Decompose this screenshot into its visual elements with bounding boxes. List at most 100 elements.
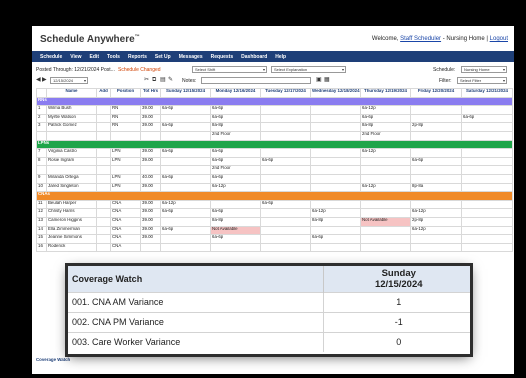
notes-input[interactable] (201, 77, 311, 84)
nav-requests[interactable]: Requests (211, 54, 234, 60)
shift-cell[interactable]: 6a-6p (160, 122, 211, 132)
employee-row[interactable]: 10 Jared Singleton LPN 39.00 6a-12p 6a-12p 8p-… (36, 182, 513, 193)
shift-cell[interactable] (461, 148, 513, 158)
shift-cell[interactable] (360, 165, 411, 175)
shift-cell[interactable]: 6a-6p (461, 113, 513, 124)
shift-cell[interactable] (310, 130, 361, 141)
shift-cell[interactable]: 6a-12p (410, 225, 462, 236)
shift-cell[interactable]: 6a-12p (360, 105, 411, 115)
employee-row[interactable]: 13 Cameron Higgins CNA 39.00 8a-8p 8a-8p Not A… (36, 216, 513, 227)
shift-cell[interactable]: 6a-6p (210, 173, 261, 184)
shift-cell[interactable]: 6a-6p (160, 173, 211, 184)
shift-cell[interactable]: 6a-6p (210, 105, 261, 115)
shift-cell[interactable]: 2nd Floor (210, 130, 261, 141)
employee-row[interactable]: 2 Myrtle Watson RN 39.00 6a-6p 6a-6p 6a-6p (36, 113, 513, 124)
shift-cell[interactable]: 6a-6p (210, 234, 261, 244)
shift-cell[interactable] (260, 113, 311, 124)
shift-cell[interactable] (160, 234, 211, 244)
nav-dashboard[interactable]: Dashboard (241, 54, 267, 60)
coverage-row[interactable]: 001. CNA AM Variance 1 (68, 291, 470, 312)
shift-cell[interactable]: 6a-6p (260, 199, 311, 210)
shift-cell[interactable]: 6a-6p (310, 234, 361, 244)
shift-cell[interactable]: 6a-6p (210, 208, 261, 218)
shift-cell[interactable]: 6a-6p (210, 113, 261, 124)
shift-cell[interactable] (360, 199, 411, 210)
nav-messages[interactable]: Messages (179, 54, 203, 60)
nav-setup[interactable]: Set Up (155, 54, 171, 60)
shift-cell[interactable] (160, 113, 211, 124)
shift-cell[interactable] (260, 182, 311, 193)
shift-cell[interactable]: 6a-6p (160, 225, 211, 236)
shift-cell[interactable]: 6a-6p (260, 156, 311, 167)
employee-row[interactable]: 8 Rosie Ingram LPN 39.00 6a-6p 6a-6p 6a-6p (36, 156, 513, 167)
shift-cell[interactable] (310, 173, 361, 184)
shift-cell[interactable]: 2nd Floor (210, 165, 261, 175)
nav-help[interactable]: Help (275, 54, 286, 60)
shift-cell[interactable] (210, 242, 261, 253)
nav-tools[interactable]: Tools (107, 54, 120, 60)
explanation-select[interactable]: Select Explanation (271, 66, 346, 73)
shift-cell[interactable] (410, 113, 462, 124)
employee-row[interactable]: 3 Patrick Gomez RN 39.00 6a-6p 8a-8p 8a-8p 2p-8… (36, 122, 513, 132)
shift-cell[interactable] (260, 165, 311, 175)
shift-cell[interactable]: 6a-12p (310, 208, 361, 218)
shift-cell[interactable] (310, 165, 361, 175)
shift-cell[interactable] (260, 148, 311, 158)
coverage-row[interactable]: 002. CNA PM Variance -1 (68, 311, 470, 332)
logout-link[interactable]: Logout (490, 36, 508, 42)
shift-cell[interactable] (160, 165, 211, 175)
nav-reports[interactable]: Reports (128, 54, 147, 60)
nav-view[interactable]: View (70, 54, 81, 60)
employee-row[interactable]: 9 Miranda Ortega LPN 40.00 6a-6p 6a-6p (36, 173, 513, 184)
shift-cell[interactable]: 2p-8p (410, 122, 462, 132)
shift-cell[interactable]: 6a-6p (360, 113, 411, 124)
employee-row[interactable]: 2nd Floor 2nd Floor (36, 130, 513, 141)
shift-cell[interactable] (260, 173, 311, 184)
shift-cell[interactable] (461, 182, 513, 193)
shift-cell[interactable] (310, 225, 361, 236)
next-arrow-icon[interactable]: ▶ (42, 77, 48, 83)
shift-cell[interactable]: Not Available (210, 225, 261, 236)
filter-select[interactable]: Select Filter (457, 77, 507, 84)
shift-cell[interactable] (410, 242, 462, 253)
shift-cell[interactable] (410, 130, 462, 141)
cut-icon[interactable]: ✂ (144, 77, 150, 83)
shift-cell[interactable]: 2p-8p (410, 216, 462, 227)
shift-cell[interactable]: 8a-8p (210, 122, 261, 132)
shift-cell[interactable] (410, 173, 462, 184)
shift-cell[interactable]: 8a-8p (210, 216, 261, 227)
paste-icon[interactable]: ▤ (160, 77, 166, 83)
shift-cell[interactable] (360, 208, 411, 218)
shift-cell[interactable] (260, 242, 311, 253)
shift-cell[interactable]: 6a-6p (210, 148, 261, 158)
shift-cell[interactable] (360, 156, 411, 167)
shift-cell[interactable]: 8p-8a (410, 182, 462, 193)
employee-row[interactable]: 2nd Floor (36, 165, 513, 175)
shift-cell[interactable] (310, 122, 361, 132)
shift-cell[interactable] (310, 148, 361, 158)
shift-cell[interactable] (461, 173, 513, 184)
shift-cell[interactable] (360, 225, 411, 236)
date-select[interactable]: 12/15/2024 (50, 77, 88, 84)
shift-cell[interactable] (260, 234, 311, 244)
shift-cell[interactable] (410, 165, 462, 175)
shift-cell[interactable]: 6a-12p (410, 208, 462, 218)
employee-row[interactable]: 14 Ella Zimmerman CNA 39.00 6a-6p Not Availab… (36, 225, 513, 236)
shift-select[interactable]: Select Shift (192, 66, 267, 73)
shift-cell[interactable] (410, 234, 462, 244)
shift-cell[interactable] (210, 199, 261, 210)
shift-cell[interactable]: 6a-6p (210, 156, 261, 167)
shift-cell[interactable]: 6a-6p (160, 148, 211, 158)
employee-row[interactable]: 12 Christy Harris CNA 39.00 6a-6p 6a-6p 6a-12p… (36, 208, 513, 218)
shift-cell[interactable]: 6a-12p (360, 148, 411, 158)
shift-cell[interactable] (160, 242, 211, 253)
shift-cell[interactable] (310, 242, 361, 253)
shift-cell[interactable] (360, 242, 411, 253)
shift-cell[interactable]: 8a-8p (360, 122, 411, 132)
employee-row[interactable]: 1 Wilma Bush RN 39.00 6a-6p 6a-6p 6a-12p (36, 105, 513, 115)
shift-cell[interactable] (310, 105, 361, 115)
shift-cell[interactable]: 8a-8p (310, 216, 361, 227)
shift-cell[interactable] (461, 105, 513, 115)
shift-cell[interactable] (461, 165, 513, 175)
shift-cell[interactable] (160, 156, 211, 167)
